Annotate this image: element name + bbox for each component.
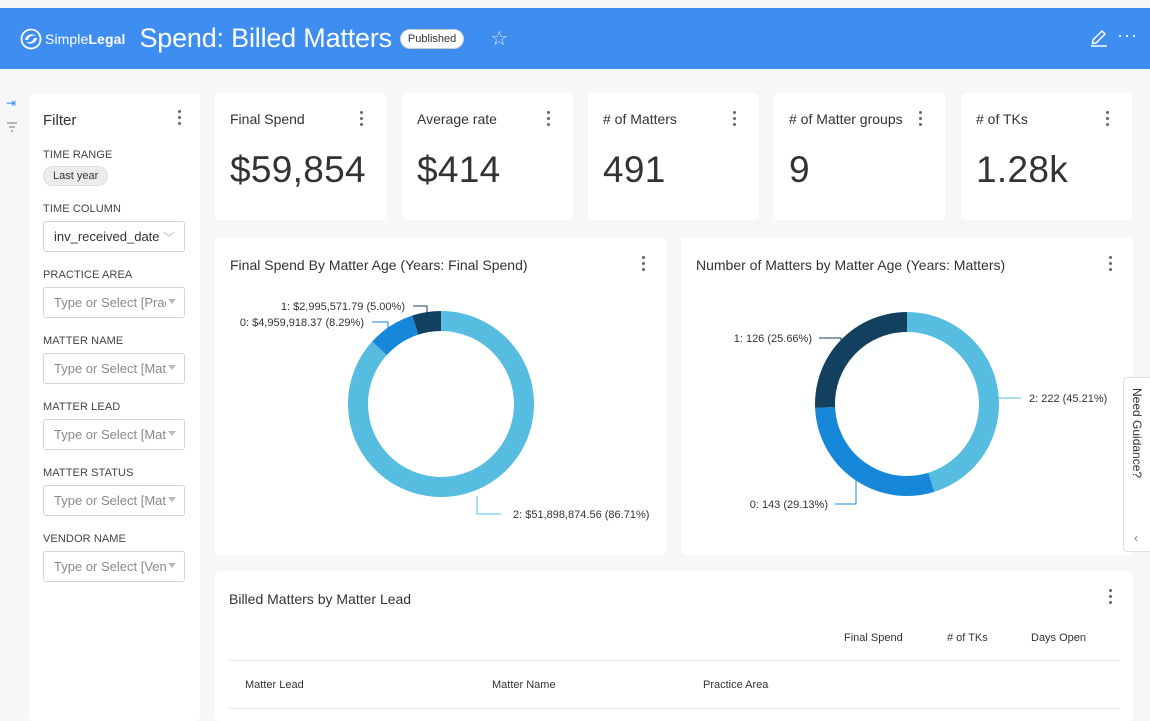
logo-text: SimpleLegal — [45, 30, 126, 47]
filter-label-time-range: TIME RANGE — [43, 149, 113, 161]
kpi-card-average-rate: Average rate $414 — [402, 93, 573, 220]
matter-name-placeholder: Type or Select [Mat — [54, 361, 166, 376]
caret-down-icon — [168, 365, 176, 370]
chart-card-final-spend-by-age: 2: $51,898,874.56 (86.71%) 0: $4,959,918.… — [215, 238, 666, 555]
expand-panel-icon[interactable]: ⇥ — [6, 96, 16, 110]
slice-label-0: 0: 143 (29.13%) — [750, 499, 828, 511]
app-header: SimpleLegal Spend: Billed Matters Publis… — [0, 8, 1150, 69]
kpi-value: $59,854 — [230, 149, 366, 190]
slice-label-1: 1: 126 (25.66%) — [734, 333, 812, 345]
time-column-value: inv_received_date — [54, 229, 160, 244]
table-card-billed-matters: Billed Matters by Matter Lead Final Spen… — [215, 571, 1133, 721]
caret-down-icon — [168, 563, 176, 568]
chart-title: Final Spend By Matter Age (Years: Final … — [230, 257, 528, 273]
kpi-title: # of Matters — [603, 111, 677, 127]
time-range-chip[interactable]: Last year — [43, 166, 109, 186]
need-guidance-tab[interactable]: Need Guidance? ‹ — [1123, 377, 1150, 552]
filter-icon[interactable] — [6, 122, 18, 132]
practice-area-select[interactable]: Type or Select [Prac — [43, 287, 185, 318]
more-options-icon[interactable]: ··· — [1117, 26, 1138, 44]
matter-lead-select[interactable]: Type or Select [Mat — [43, 419, 185, 450]
table-title: Billed Matters by Matter Lead — [229, 591, 412, 607]
simplelegal-logo[interactable]: SimpleLegal — [20, 28, 125, 50]
filter-label-vendor-name: VENDOR NAME — [43, 533, 126, 545]
kpi-title: # of Matter groups — [789, 111, 903, 127]
chevron-left-icon[interactable]: ‹ — [1134, 531, 1138, 545]
filter-label-matter-name: MATTER NAME — [43, 335, 124, 347]
dashboard-title: Spend: Billed Matters — [139, 23, 392, 53]
column-header-matter-lead[interactable]: Matter Lead — [245, 679, 304, 691]
card-menu-icon[interactable] — [547, 111, 551, 126]
donut-slice-1[interactable] — [412, 311, 442, 335]
card-menu-icon[interactable] — [642, 256, 646, 271]
label-leader-line — [835, 480, 857, 505]
filter-label-practice-area: PRACTICE AREA — [43, 269, 133, 281]
donut-slices — [348, 311, 534, 497]
caret-down-icon — [168, 431, 176, 436]
vendor-name-placeholder: Type or Select [Ven — [54, 559, 166, 574]
matter-status-placeholder: Type or Select [Mat — [54, 493, 166, 508]
column-header-days-open[interactable]: Days Open — [1031, 632, 1086, 644]
donut-slices — [815, 312, 999, 496]
label-leader-line — [476, 496, 501, 515]
card-menu-icon[interactable] — [1106, 111, 1110, 126]
time-column-select[interactable]: inv_received_date ﹀ — [43, 221, 185, 252]
left-rail: ⇥ — [0, 70, 26, 721]
chevron-down-icon: ﹀ — [162, 231, 175, 245]
kpi-title: Average rate — [417, 111, 497, 127]
column-header-tks[interactable]: # of TKs — [947, 632, 988, 644]
donut-slice-2[interactable] — [906, 312, 999, 492]
kpi-value: 1.28k — [976, 149, 1069, 190]
card-menu-icon[interactable] — [1109, 256, 1113, 271]
column-header-practice-area[interactable]: Practice Area — [703, 679, 768, 691]
card-menu-icon[interactable] — [733, 111, 737, 126]
donut-slice-0[interactable] — [815, 406, 935, 496]
filter-label-matter-status: MATTER STATUS — [43, 467, 134, 479]
chart-card-matters-by-age: 2: 222 (45.21%) 0: 143 (29.13%) 1: 126 (25… — [681, 238, 1133, 555]
matter-lead-placeholder: Type or Select [Mat — [54, 427, 166, 442]
matter-name-select[interactable]: Type or Select [Mat — [43, 353, 185, 384]
kpi-value: 9 — [789, 149, 810, 190]
kpi-card-final-spend: Final Spend $59,854 — [215, 93, 386, 220]
star-icon[interactable]: ☆ — [490, 29, 508, 49]
kpi-value: $414 — [417, 149, 501, 190]
slice-label-2: 2: $51,898,874.56 (86.71%) — [513, 509, 649, 521]
kpi-value: 491 — [603, 149, 666, 190]
matter-status-select[interactable]: Type or Select [Mat — [43, 485, 185, 516]
kpi-title: # of TKs — [976, 111, 1028, 127]
status-badge: Published — [399, 28, 465, 49]
guidance-label: Need Guidance? — [1130, 388, 1144, 479]
donut-chart-matters: 2: 222 (45.21%) 0: 143 (29.13%) 1: 126 (25… — [734, 312, 1107, 511]
vendor-name-select[interactable]: Type or Select [Ven — [43, 551, 185, 582]
kpi-title: Final Spend — [230, 111, 305, 127]
filter-title: Filter — [43, 112, 77, 129]
divider — [229, 708, 1119, 709]
card-menu-icon[interactable] — [919, 111, 923, 126]
donut-chart-final-spend: 2: $51,898,874.56 (86.71%) 0: $4,959,918.… — [240, 301, 650, 521]
column-header-matter-name[interactable]: Matter Name — [492, 679, 556, 691]
column-header-final-spend[interactable]: Final Spend — [844, 632, 903, 644]
card-menu-icon[interactable] — [1109, 589, 1113, 604]
chart-title: Number of Matters by Matter Age (Years: … — [696, 257, 1006, 273]
caret-down-icon — [168, 497, 176, 502]
slice-label-2: 2: 222 (45.21%) — [1029, 393, 1107, 405]
donut-slice-0[interactable] — [372, 315, 419, 356]
filter-label-time-column: TIME COLUMN — [43, 203, 122, 215]
slice-label-1: 1: $2,995,571.79 (5.00%) — [281, 301, 405, 313]
kpi-card-tks: # of TKs 1.28k — [961, 93, 1132, 220]
caret-down-icon — [168, 299, 176, 304]
slice-label-0: 0: $4,959,918.37 (8.29%) — [240, 317, 364, 329]
kpi-card-matters: # of Matters 491 — [588, 93, 759, 220]
divider — [229, 660, 1119, 661]
practice-area-placeholder: Type or Select [Prac — [54, 295, 166, 310]
filter-panel: Filter TIME RANGE Last year TIME COLUMN … — [29, 94, 200, 721]
edit-pencil-icon[interactable] — [1088, 25, 1110, 47]
card-menu-icon[interactable] — [360, 111, 364, 126]
filter-menu-icon[interactable] — [178, 110, 182, 125]
donut-slice-1[interactable] — [815, 312, 908, 408]
kpi-card-matter-groups: # of Matter groups 9 — [774, 93, 945, 220]
filter-label-matter-lead: MATTER LEAD — [43, 401, 121, 413]
logo-swirl-icon — [20, 28, 42, 49]
